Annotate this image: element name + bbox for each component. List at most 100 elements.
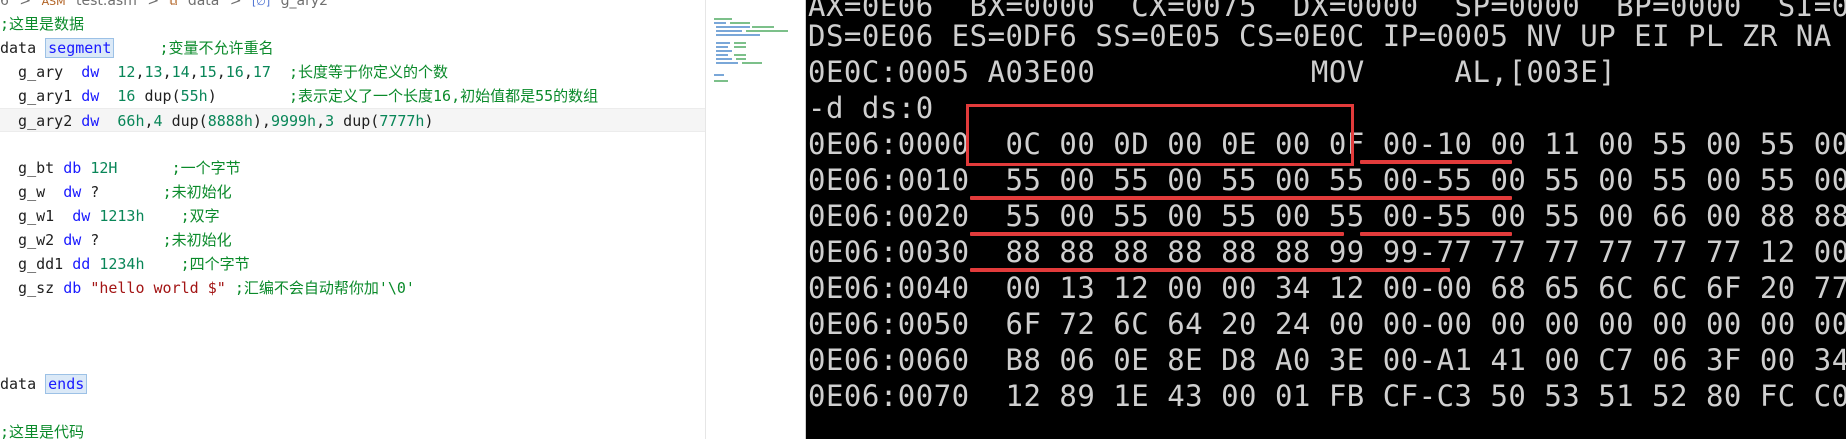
- code-token: ;一个字节: [171, 159, 241, 177]
- code-token: ?: [81, 231, 163, 249]
- code-token: ,: [144, 112, 154, 130]
- code-line[interactable]: data ends: [0, 372, 705, 396]
- code-token: ;四个字节: [180, 255, 250, 273]
- breadcrumb-item[interactable]: data: [188, 0, 220, 9]
- code-line[interactable]: g_dd1 dd 1234h ;四个字节: [0, 252, 705, 276]
- instruction-line: 0E0C:0005 A03E00 MOV AL,[003E]: [808, 55, 1617, 89]
- memory-dump-line: 0E06:0020 55 00 55 00 55 00 55 00-55 00 …: [808, 199, 1846, 233]
- code-token: ;未初始化: [162, 231, 232, 249]
- code-editor[interactable]: 6 > ASM test.asm > ⧉ data > [∅] g_ary2 ;…: [0, 0, 805, 439]
- code-token: ?: [81, 183, 163, 201]
- code-line[interactable]: g_sz db "hello world $" ;汇编不会自动帮你加'\0': [0, 276, 705, 300]
- code-token: 7777h: [379, 112, 425, 130]
- code-token: data: [0, 39, 46, 57]
- breadcrumb-item[interactable]: test.asm: [76, 0, 137, 9]
- code-line[interactable]: [0, 300, 705, 324]
- code-token: ,: [216, 63, 226, 81]
- code-token: 55h: [180, 87, 208, 105]
- code-token: 9999h: [270, 112, 317, 130]
- code-token: dw: [81, 112, 100, 130]
- code-token: 12H: [90, 159, 118, 177]
- code-token: g_ary2: [0, 112, 82, 130]
- debug-terminal[interactable]: AX=0E06 BX=0000 CX=0075 DX=0000 SP=0000 …: [806, 0, 1846, 439]
- breadcrumb-item[interactable]: 6: [0, 0, 9, 9]
- code-token: ;变量不允许重名: [159, 39, 274, 57]
- memory-dump-line: 0E06:0010 55 00 55 00 55 00 55 00-55 00 …: [808, 163, 1846, 197]
- code-token: dd: [72, 255, 91, 273]
- annotation-underline: [970, 268, 1450, 272]
- code-line[interactable]: g_w2 dw ? ;未初始化: [0, 228, 705, 252]
- code-line[interactable]: g_bt db 12H ;一个字节: [0, 156, 705, 180]
- code-token: dup(: [162, 112, 208, 130]
- code-token: 1234h: [99, 255, 145, 273]
- breadcrumb-separator: >: [19, 0, 32, 9]
- code-line[interactable]: g_ary dw 12,13,14,15,16,17 ;长度等于你定义的个数: [0, 60, 705, 84]
- memory-dump-line: 0E06:0050 6F 72 6C 64 20 24 00 00-00 00 …: [808, 307, 1846, 341]
- code-token: ,: [162, 63, 172, 81]
- command-line: -d ds:0: [808, 91, 934, 125]
- code-token: ends: [45, 374, 88, 394]
- code-line[interactable]: [0, 348, 705, 372]
- code-line[interactable]: [0, 132, 705, 156]
- code-token: ;这里是代码: [0, 423, 85, 439]
- code-token: "hello world $": [90, 279, 226, 297]
- variable-symbol-icon: [∅]: [252, 0, 271, 8]
- code-token: db: [63, 159, 82, 177]
- code-token: ;汇编不会自动帮你加'\0': [234, 279, 415, 297]
- code-token: dw: [72, 207, 91, 225]
- minimap[interactable]: [712, 14, 792, 84]
- code-line[interactable]: g_ary2 dw 66h,4 dup(8888h),9999h,3 dup(7…: [0, 108, 705, 132]
- code-token: ;双字: [180, 207, 220, 225]
- editor-scrollbar[interactable]: [705, 0, 706, 439]
- breadcrumb-separator: >: [229, 0, 242, 9]
- memory-dump-line: 0E06:0070 12 89 1E 43 00 01 FB CF-C3 50 …: [808, 379, 1846, 413]
- code-token: g_w: [0, 183, 64, 201]
- code-token: ;这里是数据: [0, 15, 85, 33]
- annotation-box-g-ary: [966, 104, 1354, 166]
- breadcrumb-item[interactable]: g_ary2: [281, 0, 328, 9]
- code-line[interactable]: ;这里是代码: [0, 420, 705, 439]
- code-token: g_ary1: [0, 87, 82, 105]
- code-token: dw: [81, 63, 100, 81]
- annotation-underline: [970, 232, 1344, 236]
- code-line[interactable]: ;这里是数据: [0, 12, 705, 36]
- code-token: segment: [45, 38, 115, 58]
- code-line[interactable]: [0, 324, 705, 348]
- code-token: ): [207, 87, 289, 105]
- code-token: ;表示定义了一个长度16,初始值都是55的数组: [289, 87, 599, 105]
- annotation-underline: [970, 196, 1512, 200]
- code-token: g_dd1: [0, 255, 73, 273]
- code-line[interactable]: data segment ;变量不允许重名: [0, 36, 705, 60]
- code-token: 13: [144, 63, 163, 81]
- code-token: 16: [225, 63, 244, 81]
- code-token: 15: [198, 63, 217, 81]
- annotation-underline: [1360, 160, 1512, 164]
- code-token: 66h: [117, 112, 145, 130]
- annotation-underline: [1360, 232, 1512, 236]
- register-line: DS=0E06 ES=0DF6 SS=0E05 CS=0E0C IP=0005 …: [808, 19, 1846, 53]
- code-token: ,: [316, 112, 326, 130]
- code-token: g_bt: [0, 159, 64, 177]
- segment-symbol-icon: ⧉: [169, 0, 178, 8]
- code-line[interactable]: g_w1 dw 1213h ;双字: [0, 204, 705, 228]
- code-token: ),: [252, 112, 271, 130]
- code-token: dup(: [135, 87, 181, 105]
- code-token: 1213h: [99, 207, 145, 225]
- code-token: ,: [243, 63, 253, 81]
- code-line[interactable]: g_ary1 dw 16 dup(55h) ;表示定义了一个长度16,初始值都是…: [0, 84, 705, 108]
- code-token: ,: [135, 63, 145, 81]
- code-line[interactable]: g_w dw ? ;未初始化: [0, 180, 705, 204]
- code-line[interactable]: [0, 396, 705, 420]
- code-token: ,: [189, 63, 199, 81]
- code-token: dw: [63, 183, 82, 201]
